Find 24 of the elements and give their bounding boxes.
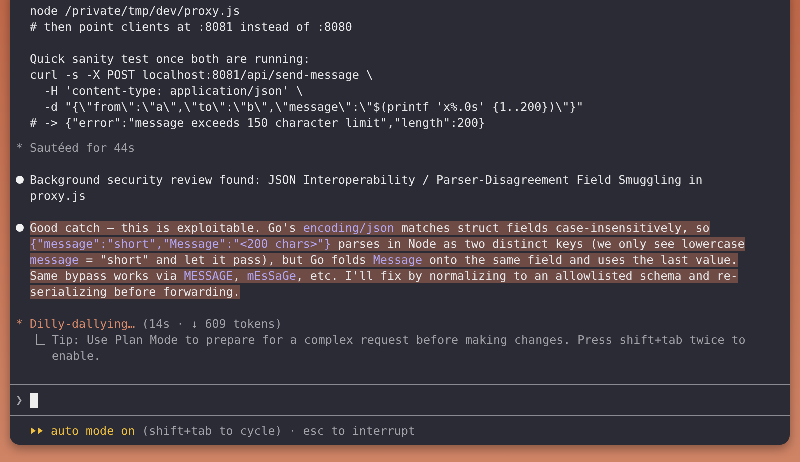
code-line: Quick sanity test once both are running: bbox=[30, 51, 312, 67]
activity-symbol: * bbox=[16, 316, 24, 333]
mode-label: auto mode on bbox=[51, 423, 136, 439]
message-text: Background security review found: JSON Interoperability / Parser-Disagreement Field Smuggling in proxy.js bbox=[30, 172, 704, 204]
code-line: node /private/tmp/dev/proxy.js bbox=[30, 3, 242, 19]
activity-detail: (14s · ↓ 609 tokens) bbox=[142, 316, 282, 332]
code-line: # -> {"error":"message exceeds 150 character limit","length":200} bbox=[30, 115, 487, 131]
status-text: Sautéed for 44s bbox=[30, 140, 136, 156]
code-line: # then point clients at :8081 instead of :8080 bbox=[30, 19, 354, 35]
highlighted-reply: Good catch — this is exploitable. Go's encoding/json matches struct fields case-insensitively, so {"message":"short","Message":"<200 chars>"} parses in Node as two distinct keys (we only see lowercase message = "short" and let it pass), but Go folds Message onto the same field and uses the last value. Same bypass works via MESSAGE, mEsSaGe, etc. I'll fix by normalizing to an allowlisted schema and re-serializing before forwarding. bbox=[30, 220, 746, 300]
text-cursor bbox=[30, 392, 38, 408]
mode-hint: (shift+tab to cycle) · esc to interrupt bbox=[142, 423, 416, 439]
tip-text: Tip: Use Plan Mode to prepare for a complex request before making changes. Press shift+tab twice to enable. bbox=[52, 332, 747, 364]
prompt-symbol: ❯ bbox=[16, 392, 24, 408]
prompt-input[interactable]: ❯ bbox=[10, 384, 790, 416]
code-line: -d "{\"from\":\"a\",\"to\":\"b\",\"message\":\"$(printf 'x%.0s' {1..200})\"}" bbox=[43, 99, 585, 115]
fast-forward-icon bbox=[30, 427, 44, 435]
code-line: curl -s -X POST localhost:8081/api/send-message \ bbox=[30, 67, 374, 83]
code-line: -H 'content-type: application/json' \ bbox=[43, 83, 304, 99]
status-symbol: * bbox=[16, 140, 24, 156]
activity-label: Dilly-dallying… bbox=[30, 316, 136, 332]
tree-corner-icon bbox=[36, 334, 45, 345]
bullet-icon bbox=[16, 176, 24, 184]
bullet-icon bbox=[16, 224, 24, 232]
